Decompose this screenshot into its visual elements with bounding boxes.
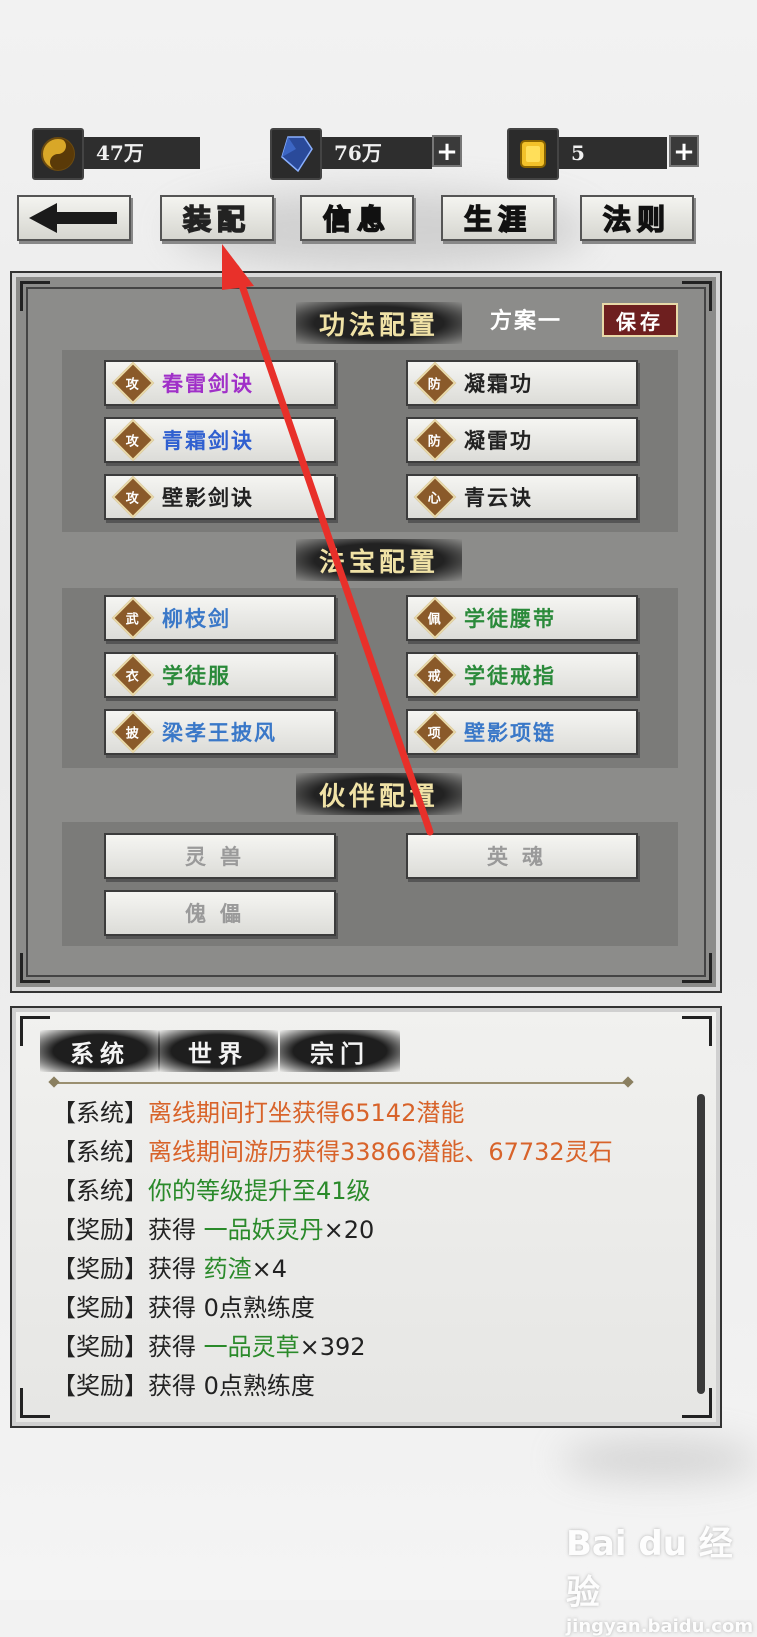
watermark: Bai du 经验 jingyan.baidu.com xyxy=(566,1516,757,1637)
annotation-arrow xyxy=(222,244,434,836)
watermark-url: jingyan.baidu.com xyxy=(566,1616,754,1637)
